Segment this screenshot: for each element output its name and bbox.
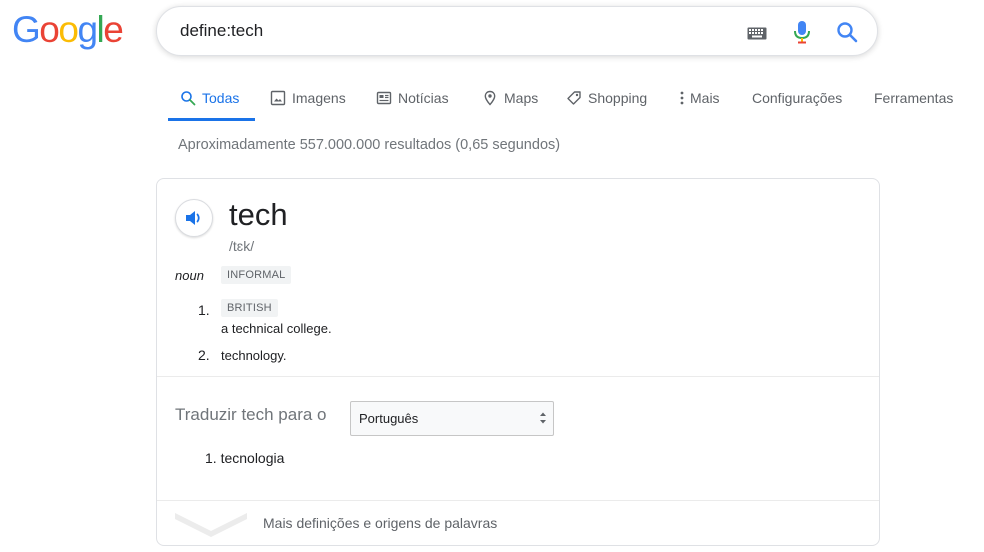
microphone-icon[interactable]	[793, 20, 811, 44]
definition-text: a technical college.	[221, 321, 332, 336]
image-icon	[270, 90, 286, 106]
active-tab-indicator	[168, 118, 255, 121]
tab-label: Ferramentas	[874, 90, 954, 106]
chevron-down-icon[interactable]	[173, 509, 249, 537]
translation-result: 1. tecnologia	[205, 450, 285, 466]
tab-label: Maps	[504, 90, 539, 106]
definition-number: 2.	[198, 347, 210, 363]
tab-label: Shopping	[588, 90, 648, 106]
tab-label: Mais	[690, 90, 720, 106]
pronunciation-button[interactable]	[175, 199, 213, 237]
register-badge: INFORMAL	[221, 266, 292, 284]
definition-label-badge: BRITISH	[221, 299, 278, 317]
tab-noticias[interactable]: Notícias	[376, 76, 449, 120]
logo-letter-e: e	[103, 9, 124, 50]
definition-number: 1.	[198, 302, 210, 318]
google-search-results-page: Google define:tech Todas Imagens Notícia…	[0, 0, 984, 552]
logo-letter-l: l	[96, 9, 105, 50]
tab-configuracoes[interactable]: Configurações	[752, 76, 842, 120]
tag-icon	[567, 91, 581, 105]
dictionary-word: tech	[229, 197, 288, 232]
tab-shopping[interactable]: Shopping	[566, 76, 647, 120]
selected-language: Português	[359, 411, 419, 426]
tab-label: Notícias	[398, 90, 449, 106]
google-logo[interactable]: Google	[12, 9, 124, 50]
part-of-speech: noun	[175, 268, 204, 283]
translate-label: Traduzir tech para o	[175, 405, 327, 424]
search-icon	[181, 91, 196, 106]
logo-letter-o2: o	[58, 9, 79, 50]
speaker-icon	[186, 211, 200, 225]
tab-label: Configurações	[752, 90, 843, 106]
tab-maps[interactable]: Maps	[482, 76, 538, 120]
tab-todas[interactable]: Todas	[180, 76, 239, 120]
definition-text: technology.	[221, 348, 287, 363]
tab-label: Todas	[202, 90, 240, 106]
card-divider	[157, 376, 879, 377]
logo-letter-o1: o	[39, 9, 60, 50]
search-input[interactable]: define:tech	[180, 20, 680, 42]
map-pin-icon	[484, 90, 496, 106]
search-box[interactable]: define:tech	[156, 6, 878, 56]
language-select[interactable]: Português	[350, 401, 554, 436]
tab-ferramentas[interactable]: Ferramentas	[874, 76, 953, 120]
result-stats: Aproximadamente 557.000.000 resultados (…	[178, 137, 561, 153]
more-definitions-link[interactable]: Mais definições e origens de palavras	[263, 515, 497, 531]
search-tabs: Todas Imagens Notícias Maps Shopping Mai…	[168, 76, 968, 122]
select-arrows-icon	[540, 412, 546, 424]
tab-label: Imagens	[292, 90, 346, 106]
tab-mais[interactable]: Mais	[678, 76, 720, 120]
search-icon[interactable]	[836, 21, 858, 43]
phonetic-spelling: /tɛk/	[229, 238, 255, 254]
card-divider	[157, 500, 879, 501]
news-icon	[376, 91, 392, 105]
logo-letter-g: G	[12, 9, 41, 50]
logo-letter-g2: g	[77, 9, 98, 50]
keyboard-icon[interactable]	[747, 27, 767, 40]
tab-imagens[interactable]: Imagens	[270, 76, 346, 120]
dictionary-card: tech /tɛk/ noun INFORMAL 1. BRITISH a te…	[156, 178, 880, 546]
more-vert-icon	[680, 91, 684, 105]
